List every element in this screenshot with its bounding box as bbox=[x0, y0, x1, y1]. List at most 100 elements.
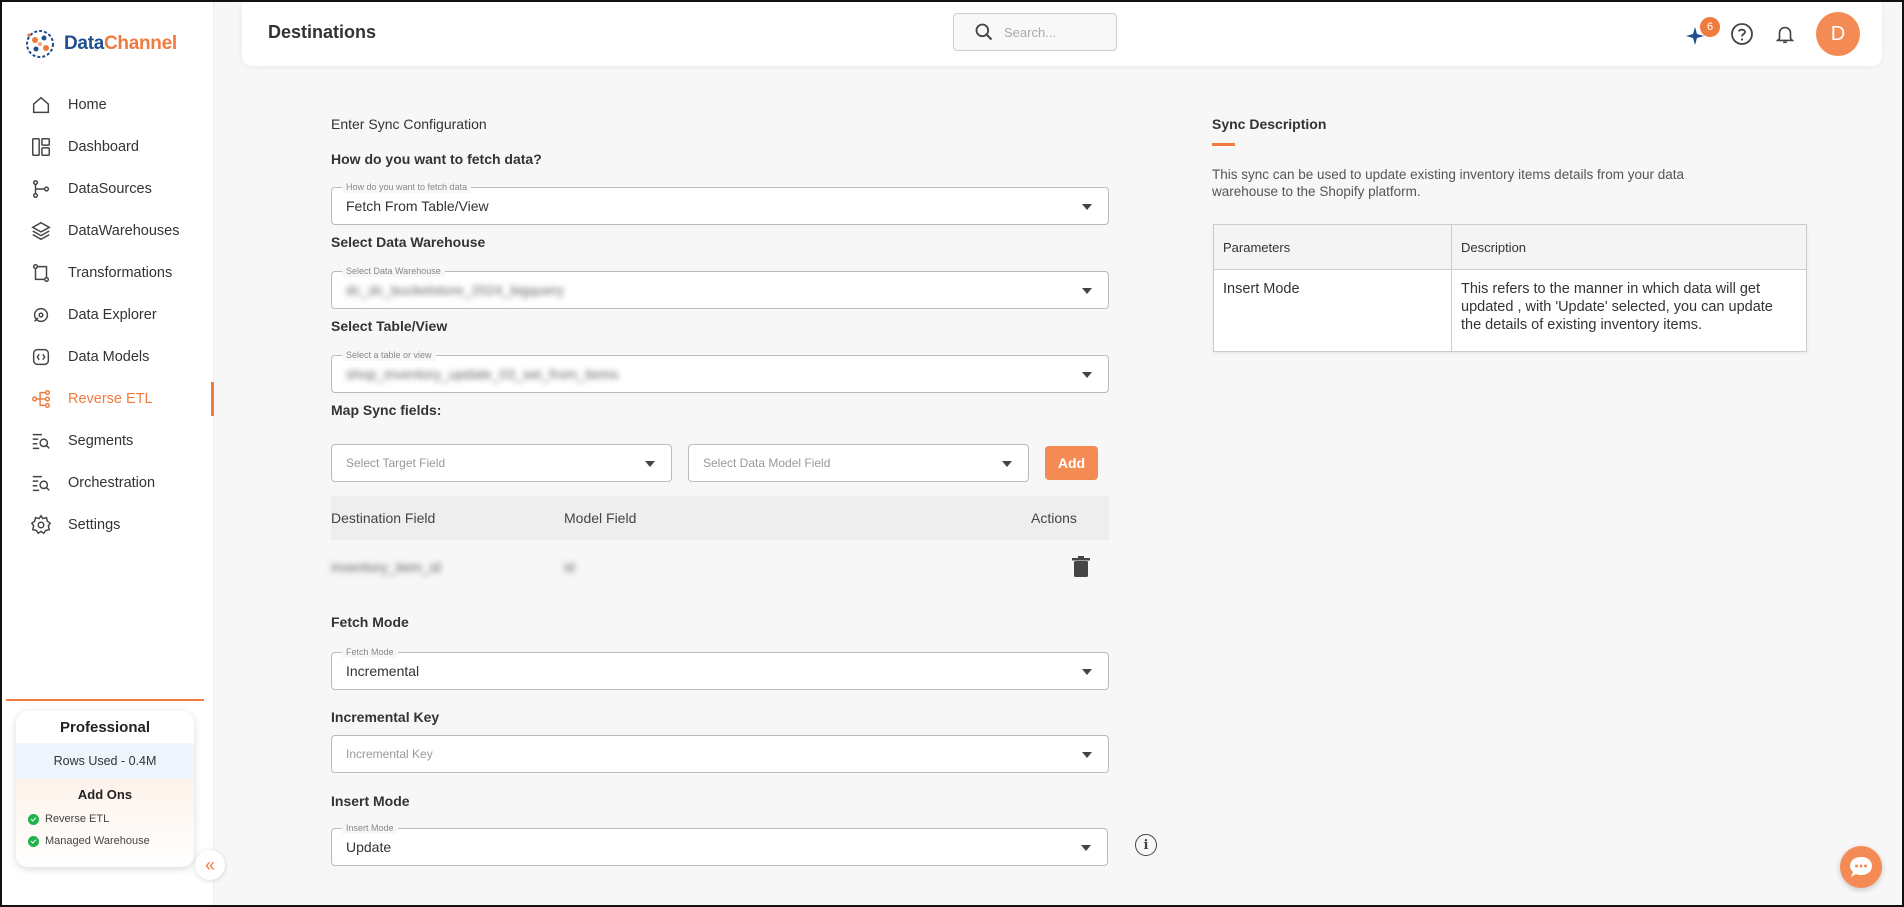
field-legend: How do you want to fetch data bbox=[342, 181, 472, 193]
sidebar-item-label: Data Models bbox=[68, 349, 150, 365]
sidebar-item-datasources[interactable]: DataSources bbox=[2, 168, 214, 210]
chat-support-button[interactable] bbox=[1840, 846, 1882, 888]
model-field-select[interactable]: Select Data Model Field bbox=[688, 444, 1029, 482]
sidebar-item-label: Dashboard bbox=[68, 139, 139, 155]
description-cell: This refers to the manner in which data … bbox=[1451, 269, 1807, 352]
chat-bubble-icon bbox=[1850, 857, 1872, 877]
segments-icon bbox=[32, 433, 50, 450]
dropdown-caret-icon bbox=[645, 461, 655, 467]
sidebar-item-dashboard[interactable]: Dashboard bbox=[2, 126, 214, 168]
datachannel-logo-icon bbox=[26, 30, 54, 58]
fetch-mode-select[interactable]: Fetch Mode Incremental bbox=[331, 646, 1109, 690]
sidebar-item-datawarehouses[interactable]: DataWarehouses bbox=[2, 210, 214, 252]
sidebar-item-segments[interactable]: Segments bbox=[2, 420, 214, 462]
addons-title: Add Ons bbox=[77, 787, 133, 802]
insert-mode-select[interactable]: Insert Mode Update bbox=[331, 822, 1108, 866]
sidebar-item-home[interactable]: Home bbox=[2, 84, 214, 126]
section-title: Enter Sync Configuration bbox=[331, 116, 487, 132]
dropdown-caret-icon bbox=[1082, 288, 1092, 294]
dropdown-caret-icon bbox=[1002, 461, 1012, 467]
transformations-icon bbox=[32, 264, 50, 282]
field-mapping-table: Destination Field Model Field Actions in… bbox=[331, 496, 1109, 594]
info-icon[interactable]: i bbox=[1135, 834, 1157, 856]
datawarehouses-icon bbox=[31, 221, 51, 241]
search-icon bbox=[975, 23, 993, 41]
sync-description-text: This sync can be used to update existing… bbox=[1212, 167, 1684, 199]
sidebar-item-label: Segments bbox=[68, 433, 134, 449]
datasources-icon bbox=[32, 180, 50, 198]
field-legend: Fetch Mode bbox=[342, 646, 398, 658]
orchestration-icon bbox=[32, 475, 50, 492]
trash-icon[interactable] bbox=[1071, 556, 1091, 578]
add-mapping-button[interactable]: Add bbox=[1045, 446, 1098, 480]
collapse-sidebar-button[interactable]: « bbox=[195, 850, 225, 880]
select-value: Incremental bbox=[346, 663, 420, 679]
addon-label: Managed Warehouse bbox=[45, 835, 150, 847]
page-title: Destinations bbox=[268, 22, 377, 42]
column-header: Destination Field bbox=[331, 510, 436, 526]
sidebar-item-label: DataWarehouses bbox=[68, 223, 180, 239]
insert-mode-label: Insert Mode bbox=[331, 793, 410, 809]
sidebar-item-reverse-etl[interactable]: Reverse ETL bbox=[2, 378, 214, 420]
dropdown-caret-icon bbox=[1082, 372, 1092, 378]
double-chevron-left-icon: « bbox=[204, 854, 215, 875]
parameter-cell: Insert Mode bbox=[1213, 269, 1452, 352]
field-legend: Select Data Warehouse bbox=[342, 265, 445, 277]
sidebar-item-data-explorer[interactable]: Data Explorer bbox=[2, 294, 214, 336]
reverse-etl-icon bbox=[32, 390, 50, 408]
title-underline bbox=[1212, 143, 1235, 146]
sidebar-item-label: Transformations bbox=[68, 265, 173, 281]
plan-card: Professional Rows Used - 0.4M Add Ons Re… bbox=[16, 711, 194, 867]
incremental-key-select[interactable]: Incremental Key bbox=[331, 735, 1109, 773]
search-input[interactable] bbox=[1004, 24, 1114, 40]
column-header: Actions bbox=[1031, 510, 1077, 526]
table-row: inventory_item_id id bbox=[331, 540, 1109, 594]
sidebar-item-orchestration[interactable]: Orchestration bbox=[2, 462, 214, 504]
user-avatar[interactable]: D bbox=[1816, 12, 1860, 56]
search-box[interactable] bbox=[953, 13, 1117, 51]
plan-name: Professional bbox=[59, 718, 151, 736]
warehouse-select[interactable]: Select Data Warehouse dc_dc_bucketstore_… bbox=[331, 265, 1109, 309]
header-actions: 6 D bbox=[1684, 12, 1860, 56]
table-view-label: Select Table/View bbox=[331, 318, 448, 334]
ai-sparkle-button[interactable]: 6 bbox=[1684, 17, 1720, 47]
addons-section: Add Ons Reverse ETL Managed Warehouse bbox=[16, 779, 194, 867]
help-icon[interactable] bbox=[1730, 22, 1754, 46]
destination-field-cell: inventory_item_id bbox=[331, 559, 441, 575]
field-legend: Insert Mode bbox=[342, 822, 398, 834]
target-field-select[interactable]: Select Target Field bbox=[331, 444, 672, 482]
field-legend: Select a table or view bbox=[342, 349, 436, 361]
select-placeholder: Incremental Key bbox=[346, 747, 433, 761]
sidebar-item-label: Reverse ETL bbox=[68, 391, 153, 407]
main-content: Destinations 6 D Enter Sync Configuratio… bbox=[214, 2, 1902, 905]
logo[interactable]: DataChannel bbox=[22, 26, 177, 62]
parameters-table: Parameters Description Insert Mode This … bbox=[1213, 224, 1807, 352]
sidebar-item-transformations[interactable]: Transformations bbox=[2, 252, 214, 294]
bell-icon[interactable] bbox=[1774, 23, 1796, 45]
sidebar-item-settings[interactable]: Settings bbox=[2, 504, 214, 546]
table-view-select[interactable]: Select a table or view shop_inventory_up… bbox=[331, 349, 1109, 393]
sidebar-item-data-models[interactable]: Data Models bbox=[2, 336, 214, 378]
incremental-key-label: Incremental Key bbox=[331, 709, 440, 725]
settings-icon bbox=[30, 514, 52, 535]
table-header: Destination Field Model Field Actions bbox=[331, 496, 1109, 540]
column-header: Description bbox=[1451, 224, 1807, 270]
warehouse-label: Select Data Warehouse bbox=[331, 234, 486, 250]
select-value: dc_dc_bucketstore_2024_bigquery bbox=[346, 282, 564, 298]
fetch-method-select[interactable]: How do you want to fetch data Fetch From… bbox=[331, 181, 1109, 225]
dropdown-caret-icon bbox=[1082, 752, 1092, 758]
check-icon bbox=[28, 835, 39, 847]
addon-item: Managed Warehouse bbox=[16, 830, 194, 852]
data-explorer-icon bbox=[33, 307, 49, 323]
column-header: Parameters bbox=[1213, 224, 1452, 270]
sidebar-item-label: DataSources bbox=[68, 181, 152, 197]
select-placeholder: Select Target Field bbox=[346, 456, 446, 470]
addon-label: Reverse ETL bbox=[45, 813, 110, 825]
sidebar-item-label: Home bbox=[68, 97, 107, 113]
top-header: Destinations 6 D bbox=[242, 2, 1882, 66]
dropdown-caret-icon bbox=[1082, 669, 1092, 675]
sync-description-title: Sync Description bbox=[1212, 116, 1327, 132]
select-placeholder: Select Data Model Field bbox=[703, 456, 831, 470]
sidebar-item-label: Orchestration bbox=[68, 475, 156, 491]
sidebar-divider bbox=[6, 699, 204, 701]
